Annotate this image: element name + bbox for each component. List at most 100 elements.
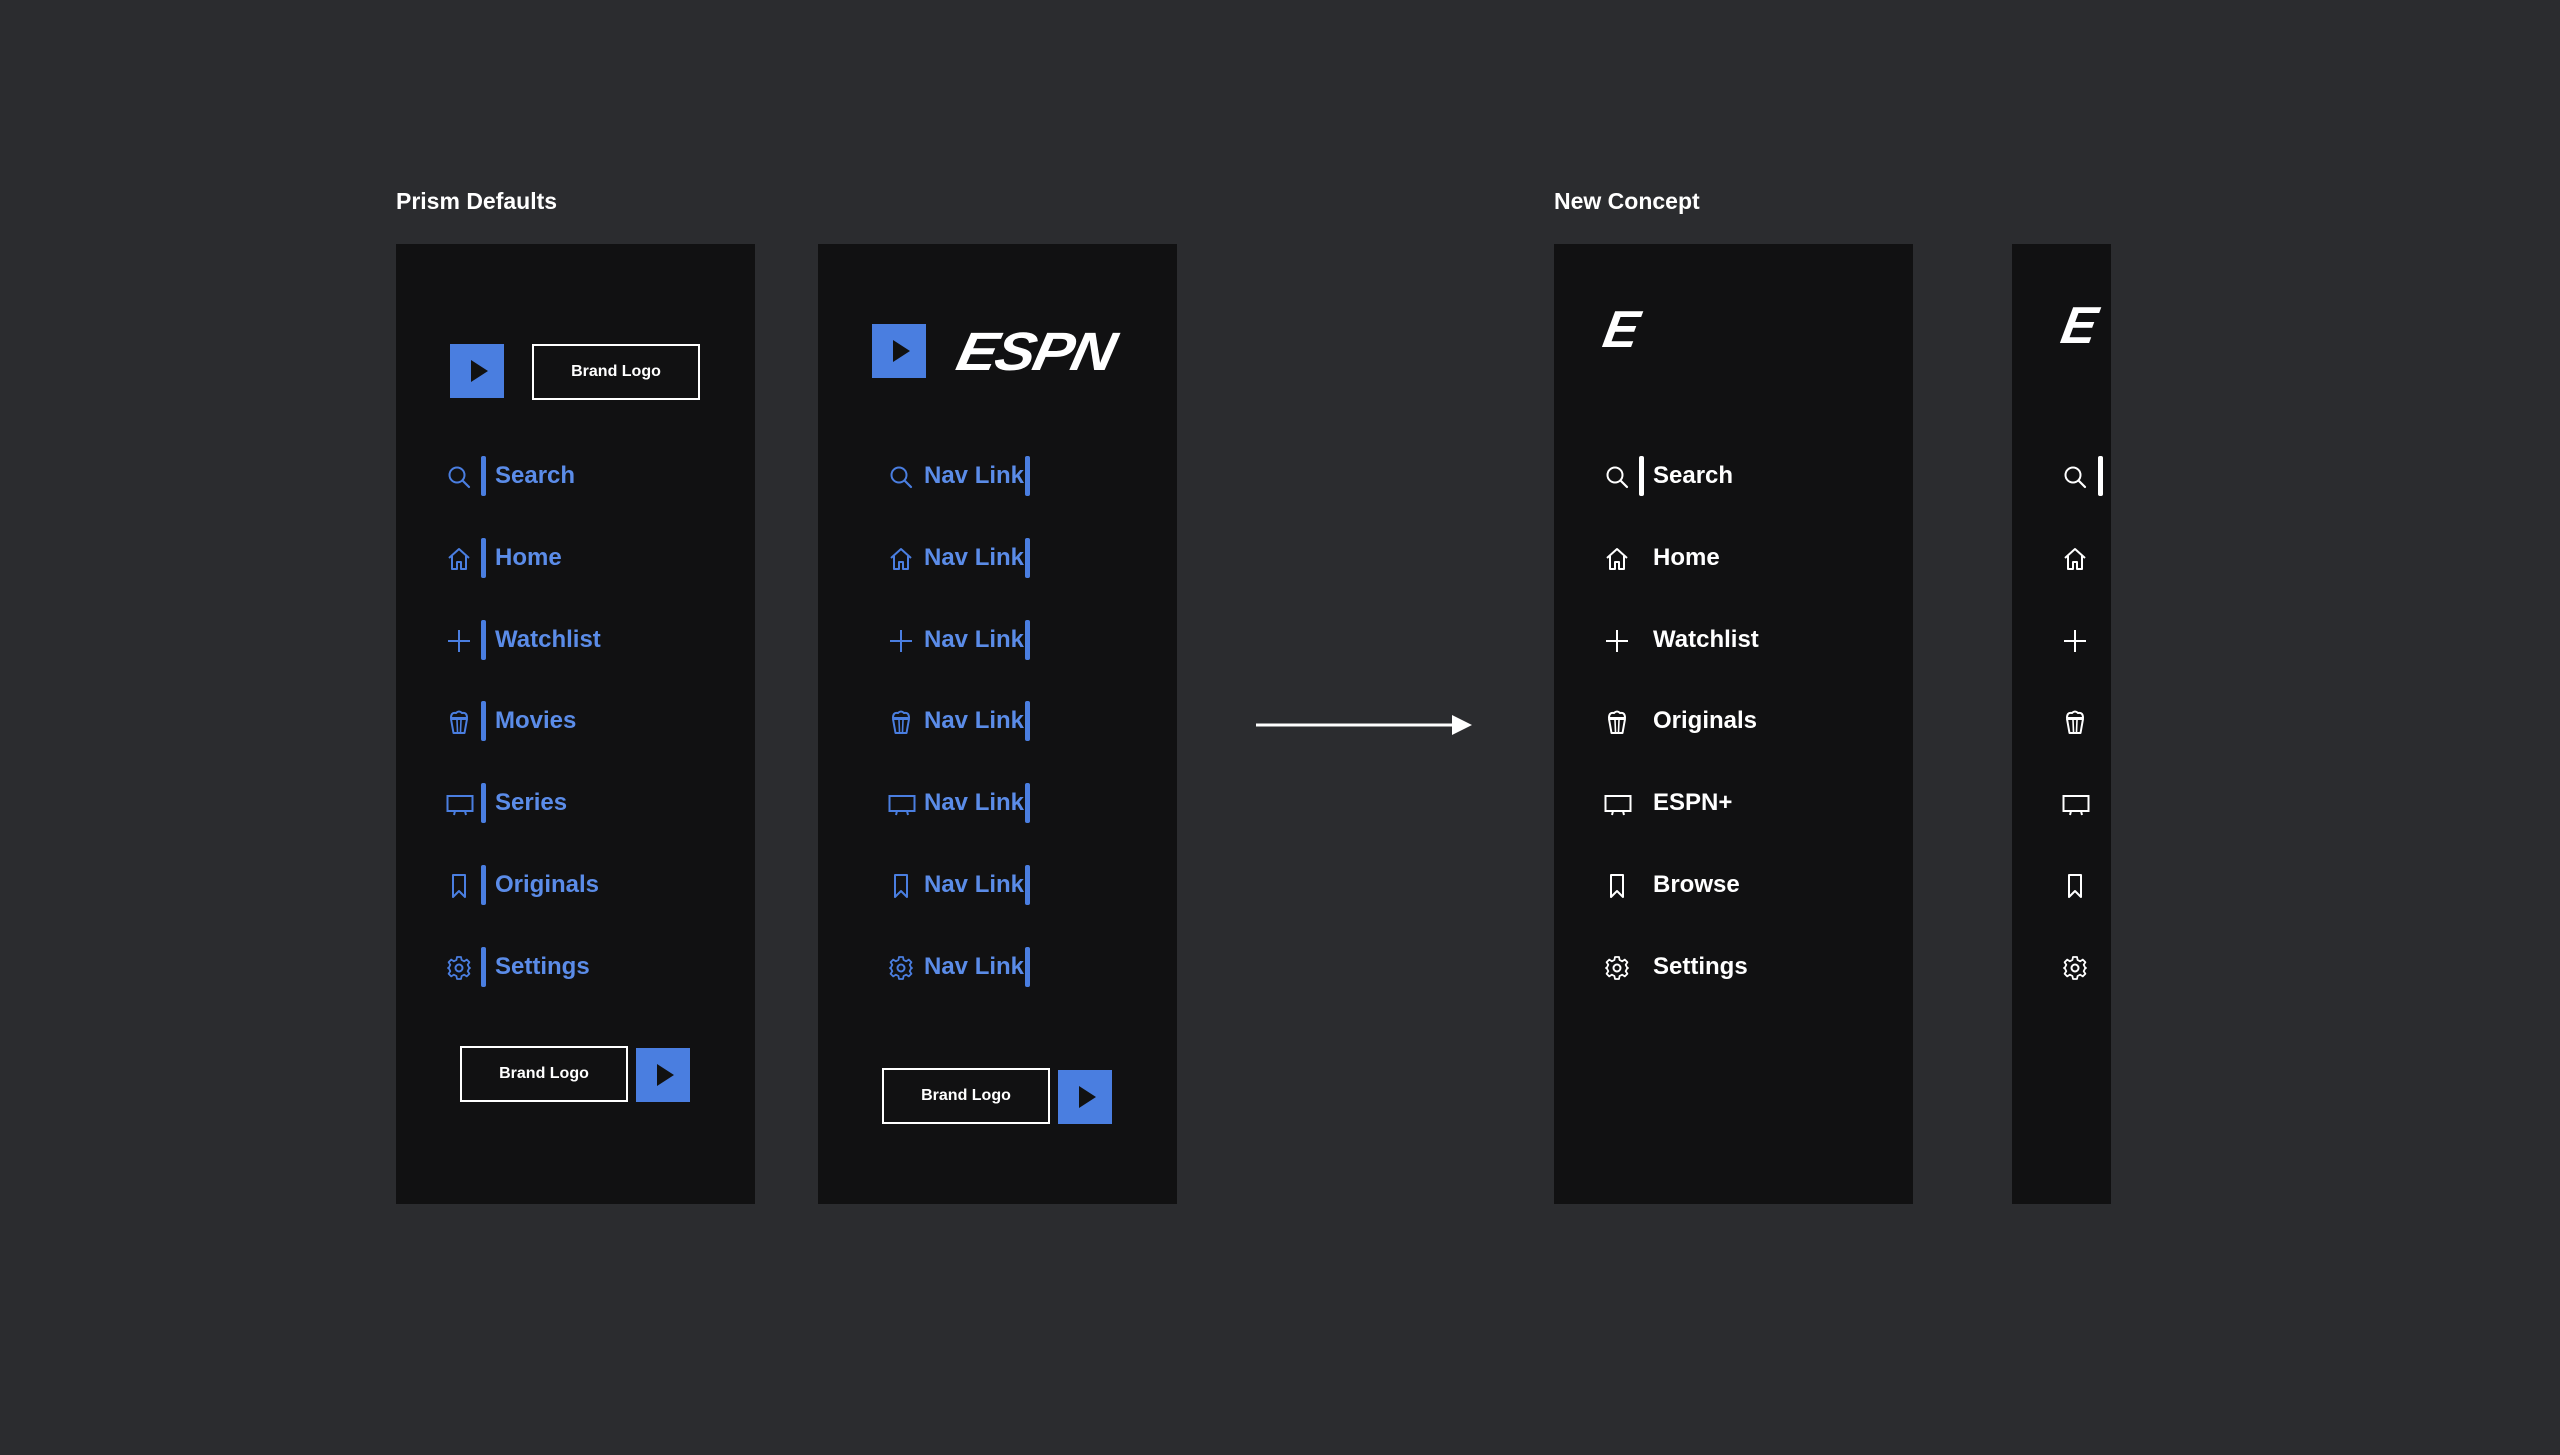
- nav-item-search[interactable]: Search: [396, 454, 756, 498]
- new-concept-title: New Concept: [1554, 188, 1700, 214]
- espn-default-sidebar: ESPN Nav Link Nav Link Nav Link Nav Link Nav…: [818, 244, 1177, 1204]
- nav-label: ESPN+: [1653, 789, 1733, 817]
- focus-indicator: [481, 946, 486, 987]
- nav-item-espn[interactable]: ESPN+: [1554, 781, 1914, 825]
- play-button-bottom[interactable]: [1058, 1070, 1112, 1124]
- bookmark-icon: [2062, 873, 2088, 899]
- nav-item-home[interactable]: [2012, 536, 2372, 580]
- tv-icon: [888, 791, 916, 817]
- nav-item-browse[interactable]: Browse: [1554, 863, 1914, 907]
- play-button[interactable]: [872, 324, 926, 378]
- nav-label: Watchlist: [495, 625, 601, 653]
- nav-item-settings[interactable]: Settings: [396, 945, 756, 989]
- bookmark-icon: [1604, 873, 1630, 899]
- nav-label: Settings: [495, 952, 590, 980]
- plus-icon: [446, 628, 472, 654]
- nav-label: Movies: [495, 707, 577, 735]
- collapsed-sidebar: E: [2012, 244, 2111, 1204]
- nav-item-gear[interactable]: [2012, 945, 2372, 989]
- nav-label: Nav Link: [924, 462, 1025, 489]
- nav-item-nav-link[interactable]: Nav Link: [818, 536, 1178, 580]
- nav-item-search[interactable]: Search: [1554, 454, 1914, 498]
- focus-indicator: [1025, 946, 1030, 987]
- search-icon: [888, 464, 914, 490]
- focus-indicator: [2098, 456, 2103, 496]
- focus-indicator: [1639, 456, 1644, 496]
- nav-item-home[interactable]: Home: [396, 536, 756, 580]
- espn-logo: ESPN: [951, 321, 1120, 382]
- nav-item-nav-link[interactable]: Nav Link: [818, 699, 1178, 743]
- focus-indicator: [1025, 456, 1030, 496]
- nav-item-watchlist[interactable]: Watchlist: [1554, 618, 1914, 662]
- nav-label: Watchlist: [1653, 625, 1759, 653]
- brand-logo-top[interactable]: Brand Logo: [532, 344, 700, 400]
- nav-label: Nav Link: [924, 871, 1025, 898]
- gear-icon: [2062, 955, 2088, 981]
- home-icon: [888, 546, 914, 572]
- focus-indicator: [481, 783, 486, 824]
- nav-item-tv[interactable]: [2012, 781, 2372, 825]
- focus-indicator: [481, 537, 486, 578]
- bookmark-icon: [888, 873, 914, 899]
- nav-item-plus[interactable]: [2012, 618, 2372, 662]
- popcorn-icon: [446, 709, 472, 735]
- nav-label: Search: [495, 462, 576, 489]
- search-icon: [446, 464, 472, 490]
- nav-item-nav-link[interactable]: Nav Link: [818, 781, 1178, 825]
- espn-e-logo: E: [1598, 301, 1644, 359]
- nav-item-series[interactable]: Series: [396, 781, 756, 825]
- nav-item-popcorn[interactable]: [2012, 699, 2372, 743]
- focus-indicator: [481, 619, 486, 660]
- home-icon: [446, 546, 472, 572]
- bookmark-icon: [446, 873, 472, 899]
- nav-item-settings[interactable]: Settings: [1554, 945, 1914, 989]
- focus-indicator: [481, 701, 486, 742]
- play-icon: [1079, 1086, 1096, 1108]
- nav-item-search[interactable]: [2012, 454, 2372, 498]
- nav-item-nav-link[interactable]: Nav Link: [818, 863, 1178, 907]
- focus-indicator: [1025, 783, 1030, 824]
- nav-item-originals[interactable]: Originals: [396, 863, 756, 907]
- nav-label: Settings: [1653, 952, 1748, 980]
- play-button[interactable]: [450, 344, 504, 398]
- focus-indicator: [1025, 537, 1030, 578]
- focus-indicator: [1025, 865, 1030, 905]
- nav-item-home[interactable]: Home: [1554, 536, 1914, 580]
- prism-defaults-title: Prism Defaults: [396, 188, 558, 214]
- nav-item-bookmark[interactable]: [2012, 863, 2372, 907]
- popcorn-icon: [2062, 709, 2088, 735]
- gear-icon: [1604, 955, 1630, 981]
- focus-indicator: [1025, 701, 1030, 742]
- brand-logo-bottom[interactable]: Brand Logo: [460, 1046, 628, 1102]
- play-icon: [893, 340, 910, 362]
- tv-icon: [446, 791, 474, 817]
- home-icon: [1604, 546, 1630, 572]
- brand-logo-bottom[interactable]: Brand Logo: [882, 1068, 1050, 1124]
- nav-label: Originals: [1653, 707, 1758, 735]
- nav-label: Browse: [1653, 871, 1740, 898]
- nav-item-movies[interactable]: Movies: [396, 699, 756, 743]
- espn-e-logo: E: [2056, 297, 2102, 355]
- nav-label: Nav Link: [924, 789, 1025, 817]
- nav-label: Nav Link: [924, 707, 1025, 735]
- play-button-bottom[interactable]: [636, 1048, 690, 1102]
- gear-icon: [446, 955, 472, 981]
- plus-icon: [1604, 628, 1630, 654]
- nav-item-watchlist[interactable]: Watchlist: [396, 618, 756, 662]
- gear-icon: [888, 955, 914, 981]
- plus-icon: [888, 628, 914, 654]
- nav-label: Nav Link: [924, 625, 1025, 653]
- popcorn-icon: [1604, 709, 1630, 735]
- nav-item-originals[interactable]: Originals: [1554, 699, 1914, 743]
- nav-label: Home: [1653, 543, 1720, 571]
- tv-icon: [2062, 791, 2090, 817]
- nav-label: Originals: [495, 871, 600, 898]
- nav-item-nav-link[interactable]: Nav Link: [818, 945, 1178, 989]
- focus-indicator: [1025, 619, 1030, 660]
- nav-label: Search: [1653, 462, 1734, 489]
- nav-label: Series: [495, 789, 568, 817]
- nav-item-nav-link[interactable]: Nav Link: [818, 454, 1178, 498]
- nav-label: Nav Link: [924, 952, 1025, 980]
- nav-item-nav-link[interactable]: Nav Link: [818, 618, 1178, 662]
- nav-label: Nav Link: [924, 543, 1025, 571]
